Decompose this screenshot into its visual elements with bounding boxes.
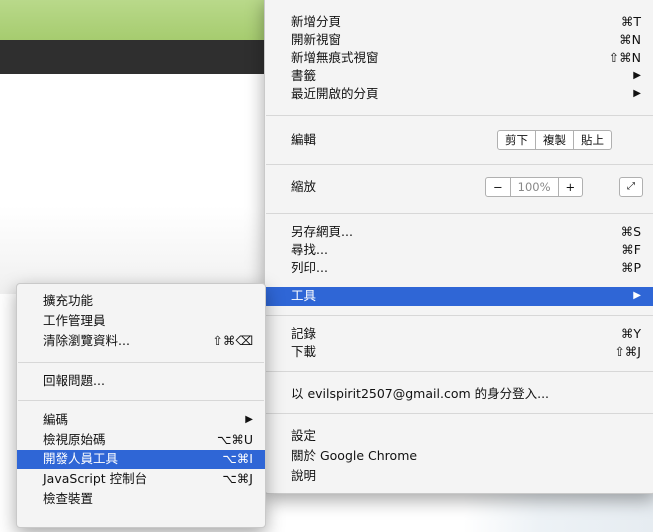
submenu-item-task-manager[interactable]: 工作管理員 [17,312,265,330]
menu-item-label: 編輯 [291,132,317,147]
submenu-item-encoding[interactable]: 編碼 ▶ [17,411,265,429]
menu-item-print[interactable]: 列印... ⌘P [265,259,653,277]
menu-item-label: 工作管理員 [43,313,106,328]
menu-item-label: 最近開啟的分頁 [291,86,379,101]
menu-item-downloads[interactable]: 下載 ⇧⌘J [265,343,653,361]
fullscreen-button[interactable]: ⤢ [619,177,643,197]
submenu-item-inspect-devices[interactable]: 檢查裝置 [17,490,265,508]
menu-item-label: 開發人員工具 [43,451,119,466]
zoom-in-button[interactable]: + [557,178,583,196]
menu-item-recent-tabs[interactable]: 最近開啟的分頁 ▶ [265,85,653,103]
menu-item-label: 清除瀏覽資料... [43,333,130,348]
submenu-item-view-source[interactable]: 檢視原始碼 ⌥⌘U [17,431,265,449]
menu-item-label: 新增分頁 [291,14,342,29]
menu-item-label: 另存網頁... [291,224,353,239]
menu-item-save-page[interactable]: 另存網頁... ⌘S [265,223,653,241]
menu-separator [18,362,264,363]
submenu-arrow-icon: ▶ [245,414,253,425]
menu-item-label: 記錄 [291,326,317,341]
submenu-arrow-icon: ▶ [633,88,641,99]
zoom-control: − 100% + [485,177,584,197]
menu-item-label: 工具 [291,288,317,303]
edit-button-group: 剪下 複製 貼上 [497,130,612,150]
menu-separator [266,213,653,214]
menu-item-label: 說明 [291,468,317,483]
menu-item-shortcut: ⌘T [620,14,641,29]
menu-item-about[interactable]: 關於 Google Chrome [265,447,653,465]
menu-separator [18,400,264,401]
menu-separator [266,413,653,414]
menu-separator [266,115,653,116]
submenu-item-dev-tools[interactable]: 開發人員工具 ⌥⌘I [17,450,265,469]
submenu-item-js-console[interactable]: JavaScript 控制台 ⌥⌘J [17,470,265,488]
submenu-arrow-icon: ▶ [633,290,641,301]
menu-item-shortcut: ⌘Y [620,326,641,341]
menu-item-find[interactable]: 尋找... ⌘F [265,241,653,259]
menu-item-label: 列印... [291,260,328,275]
menu-item-shortcut: ⇧⌘N [608,50,641,65]
menu-separator [266,371,653,372]
menu-item-shortcut: ⌘S [620,224,641,239]
menu-item-label: 回報問題... [43,373,105,388]
menu-separator [266,315,653,316]
menu-item-label: 以 evilspirit2507@gmail.com 的身分登入... [291,386,550,401]
menu-item-label: 關於 Google Chrome [291,448,418,463]
cut-button[interactable]: 剪下 [498,131,535,149]
menu-item-label: 設定 [291,428,317,443]
menu-item-label: 檢視原始碼 [43,432,106,447]
menu-item-label: 檢查裝置 [43,491,94,506]
menu-item-label: 縮放 [291,179,317,194]
menu-item-tools[interactable]: 工具 ▶ [265,287,653,306]
fullscreen-icon: ⤢ [627,181,635,192]
zoom-out-button[interactable]: − [486,178,510,196]
menu-item-label: 開新視窗 [291,32,342,47]
menu-item-help[interactable]: 說明 [265,467,653,485]
submenu-item-extensions[interactable]: 擴充功能 [17,292,265,310]
tools-submenu: 擴充功能 工作管理員 清除瀏覽資料... ⇧⌘⌫ 回報問題... 編碼 ▶ 檢視… [16,283,266,528]
background-page [0,74,270,294]
submenu-item-clear-data[interactable]: 清除瀏覽資料... ⇧⌘⌫ [17,332,265,350]
menu-item-label: JavaScript 控制台 [43,471,148,486]
menu-item-shortcut: ⌘N [619,32,641,47]
zoom-level: 100% [509,178,558,196]
menu-item-label: 擴充功能 [43,293,94,308]
menu-item-new-tab[interactable]: 新增分頁 ⌘T [265,13,653,31]
menu-item-shortcut: ⌥⌘J [222,471,253,486]
menu-item-shortcut: ⌥⌘U [216,432,253,447]
menu-item-shortcut: ⌥⌘I [222,451,253,466]
menu-item-shortcut: ⇧⌘J [614,344,641,359]
menu-item-settings[interactable]: 設定 [265,427,653,445]
menu-separator [266,164,653,165]
menu-item-shortcut: ⌘F [621,242,641,257]
menu-item-shortcut: ⌘P [620,260,641,275]
menu-item-zoom: 縮放 [265,175,653,199]
menu-item-label: 下載 [291,344,317,359]
submenu-arrow-icon: ▶ [633,70,641,81]
copy-button[interactable]: 複製 [535,131,573,149]
paste-button[interactable]: 貼上 [573,131,611,149]
menu-item-label: 尋找... [291,242,328,257]
menu-item-new-window[interactable]: 開新視窗 ⌘N [265,31,653,49]
chrome-main-menu: 新增分頁 ⌘T 開新視窗 ⌘N 新增無痕式視窗 ⇧⌘N 書籤 ▶ 最近開啟的分頁… [264,0,653,494]
menu-item-signin[interactable]: 以 evilspirit2507@gmail.com 的身分登入... [265,385,653,403]
menu-item-shortcut: ⇧⌘⌫ [212,333,253,348]
menu-item-history[interactable]: 記錄 ⌘Y [265,325,653,343]
menu-item-label: 書籤 [291,68,317,83]
menu-item-incognito[interactable]: 新增無痕式視窗 ⇧⌘N [265,49,653,67]
menu-item-label: 編碼 [43,412,69,427]
submenu-item-report-issue[interactable]: 回報問題... [17,372,265,390]
menu-item-bookmarks[interactable]: 書籤 ▶ [265,67,653,85]
menu-item-label: 新增無痕式視窗 [291,50,379,65]
